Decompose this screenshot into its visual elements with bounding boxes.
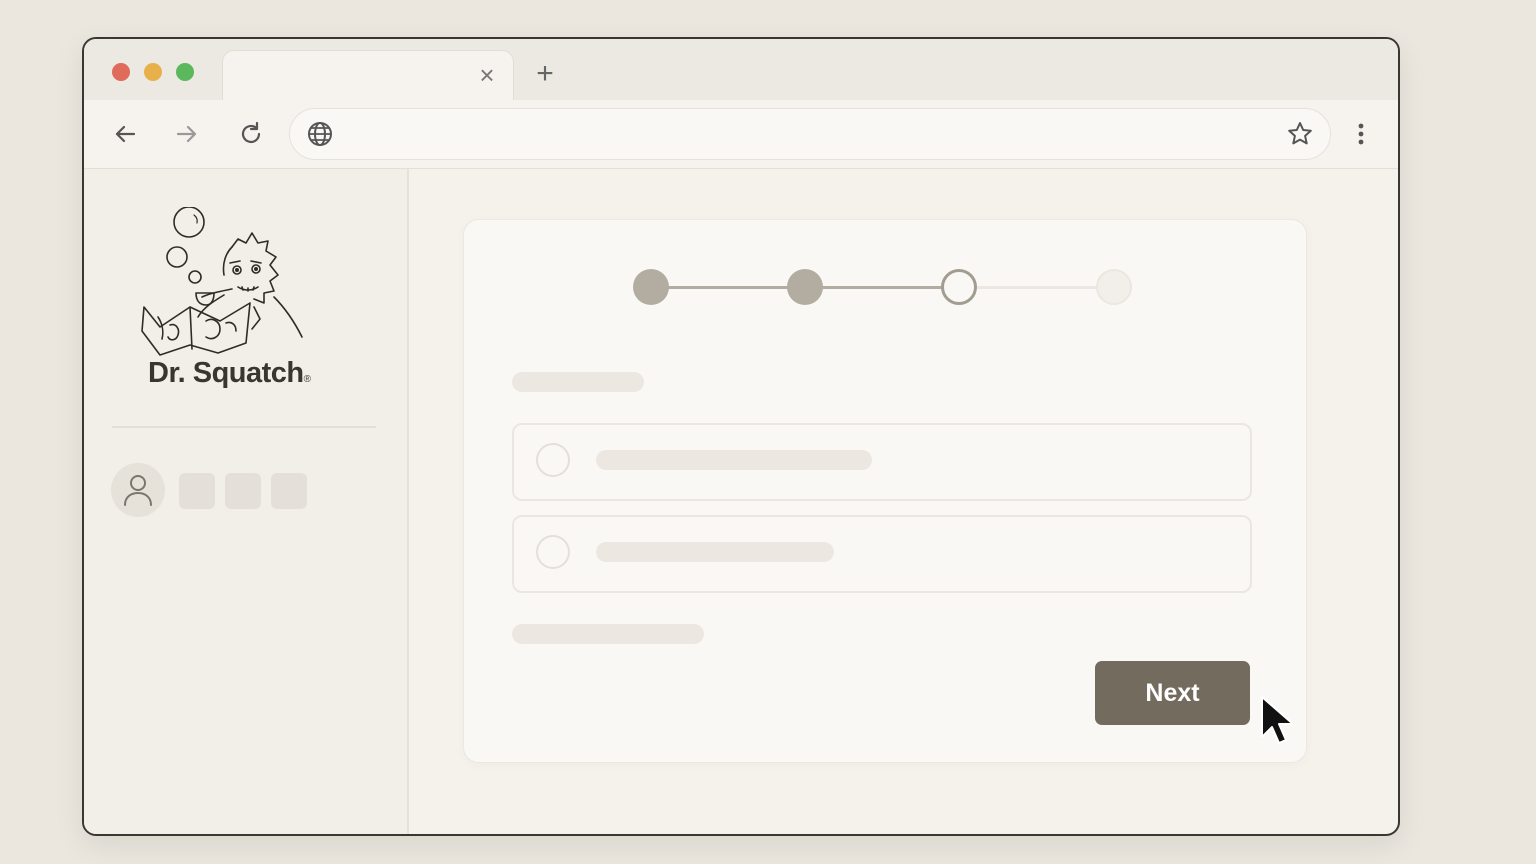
radio-button[interactable] (536, 535, 570, 569)
close-window-button[interactable] (112, 63, 130, 81)
progress-stepper (464, 220, 1306, 320)
reload-icon[interactable] (236, 119, 266, 149)
plus-icon[interactable]: + (530, 59, 560, 89)
minimize-window-button[interactable] (144, 63, 162, 81)
user-icon (124, 475, 152, 506)
placeholder-chip (179, 473, 215, 509)
step-connector (652, 286, 804, 289)
address-bar[interactable] (289, 108, 1331, 160)
option-2[interactable] (512, 515, 1252, 593)
step-connector (959, 286, 1114, 289)
arrow-left-icon[interactable] (110, 119, 140, 149)
close-icon[interactable]: × (475, 62, 499, 88)
sidebar: Dr. Squatch® (84, 169, 409, 834)
step-1-completed (633, 269, 669, 305)
helper-text-placeholder (512, 624, 704, 644)
placeholder-chip (225, 473, 261, 509)
logo-text: Dr. Squatch® (148, 357, 311, 390)
mouse-cursor-icon (1261, 696, 1293, 744)
star-icon[interactable] (1286, 120, 1314, 148)
logo-wordmark: Dr. Squatch (148, 357, 304, 389)
sidebar-divider (112, 426, 376, 428)
placeholder-chip (271, 473, 307, 509)
globe-icon (306, 120, 334, 148)
step-2-completed (787, 269, 823, 305)
option-text-placeholder (596, 450, 872, 470)
option-1[interactable] (512, 423, 1252, 501)
form-card: Next (463, 219, 1307, 763)
option-text-placeholder (596, 542, 834, 562)
logo-illustration (141, 207, 303, 356)
zoom-window-button[interactable] (176, 63, 194, 81)
next-button[interactable]: Next (1095, 661, 1250, 725)
kebab-menu-icon[interactable] (1346, 119, 1376, 149)
avatar[interactable] (111, 463, 165, 517)
step-4-upcoming (1096, 269, 1132, 305)
radio-button[interactable] (536, 443, 570, 477)
step-3-current (941, 269, 977, 305)
browser-tab[interactable]: × (222, 50, 514, 103)
question-label-placeholder (512, 372, 644, 392)
arrow-right-icon[interactable] (172, 119, 202, 149)
registered-mark: ® (303, 374, 311, 385)
browser-window: × + Dr. Squatch® Next (82, 37, 1400, 836)
browser-toolbar (84, 100, 1398, 169)
step-connector (804, 286, 959, 289)
tab-bar: × + (84, 39, 1398, 103)
